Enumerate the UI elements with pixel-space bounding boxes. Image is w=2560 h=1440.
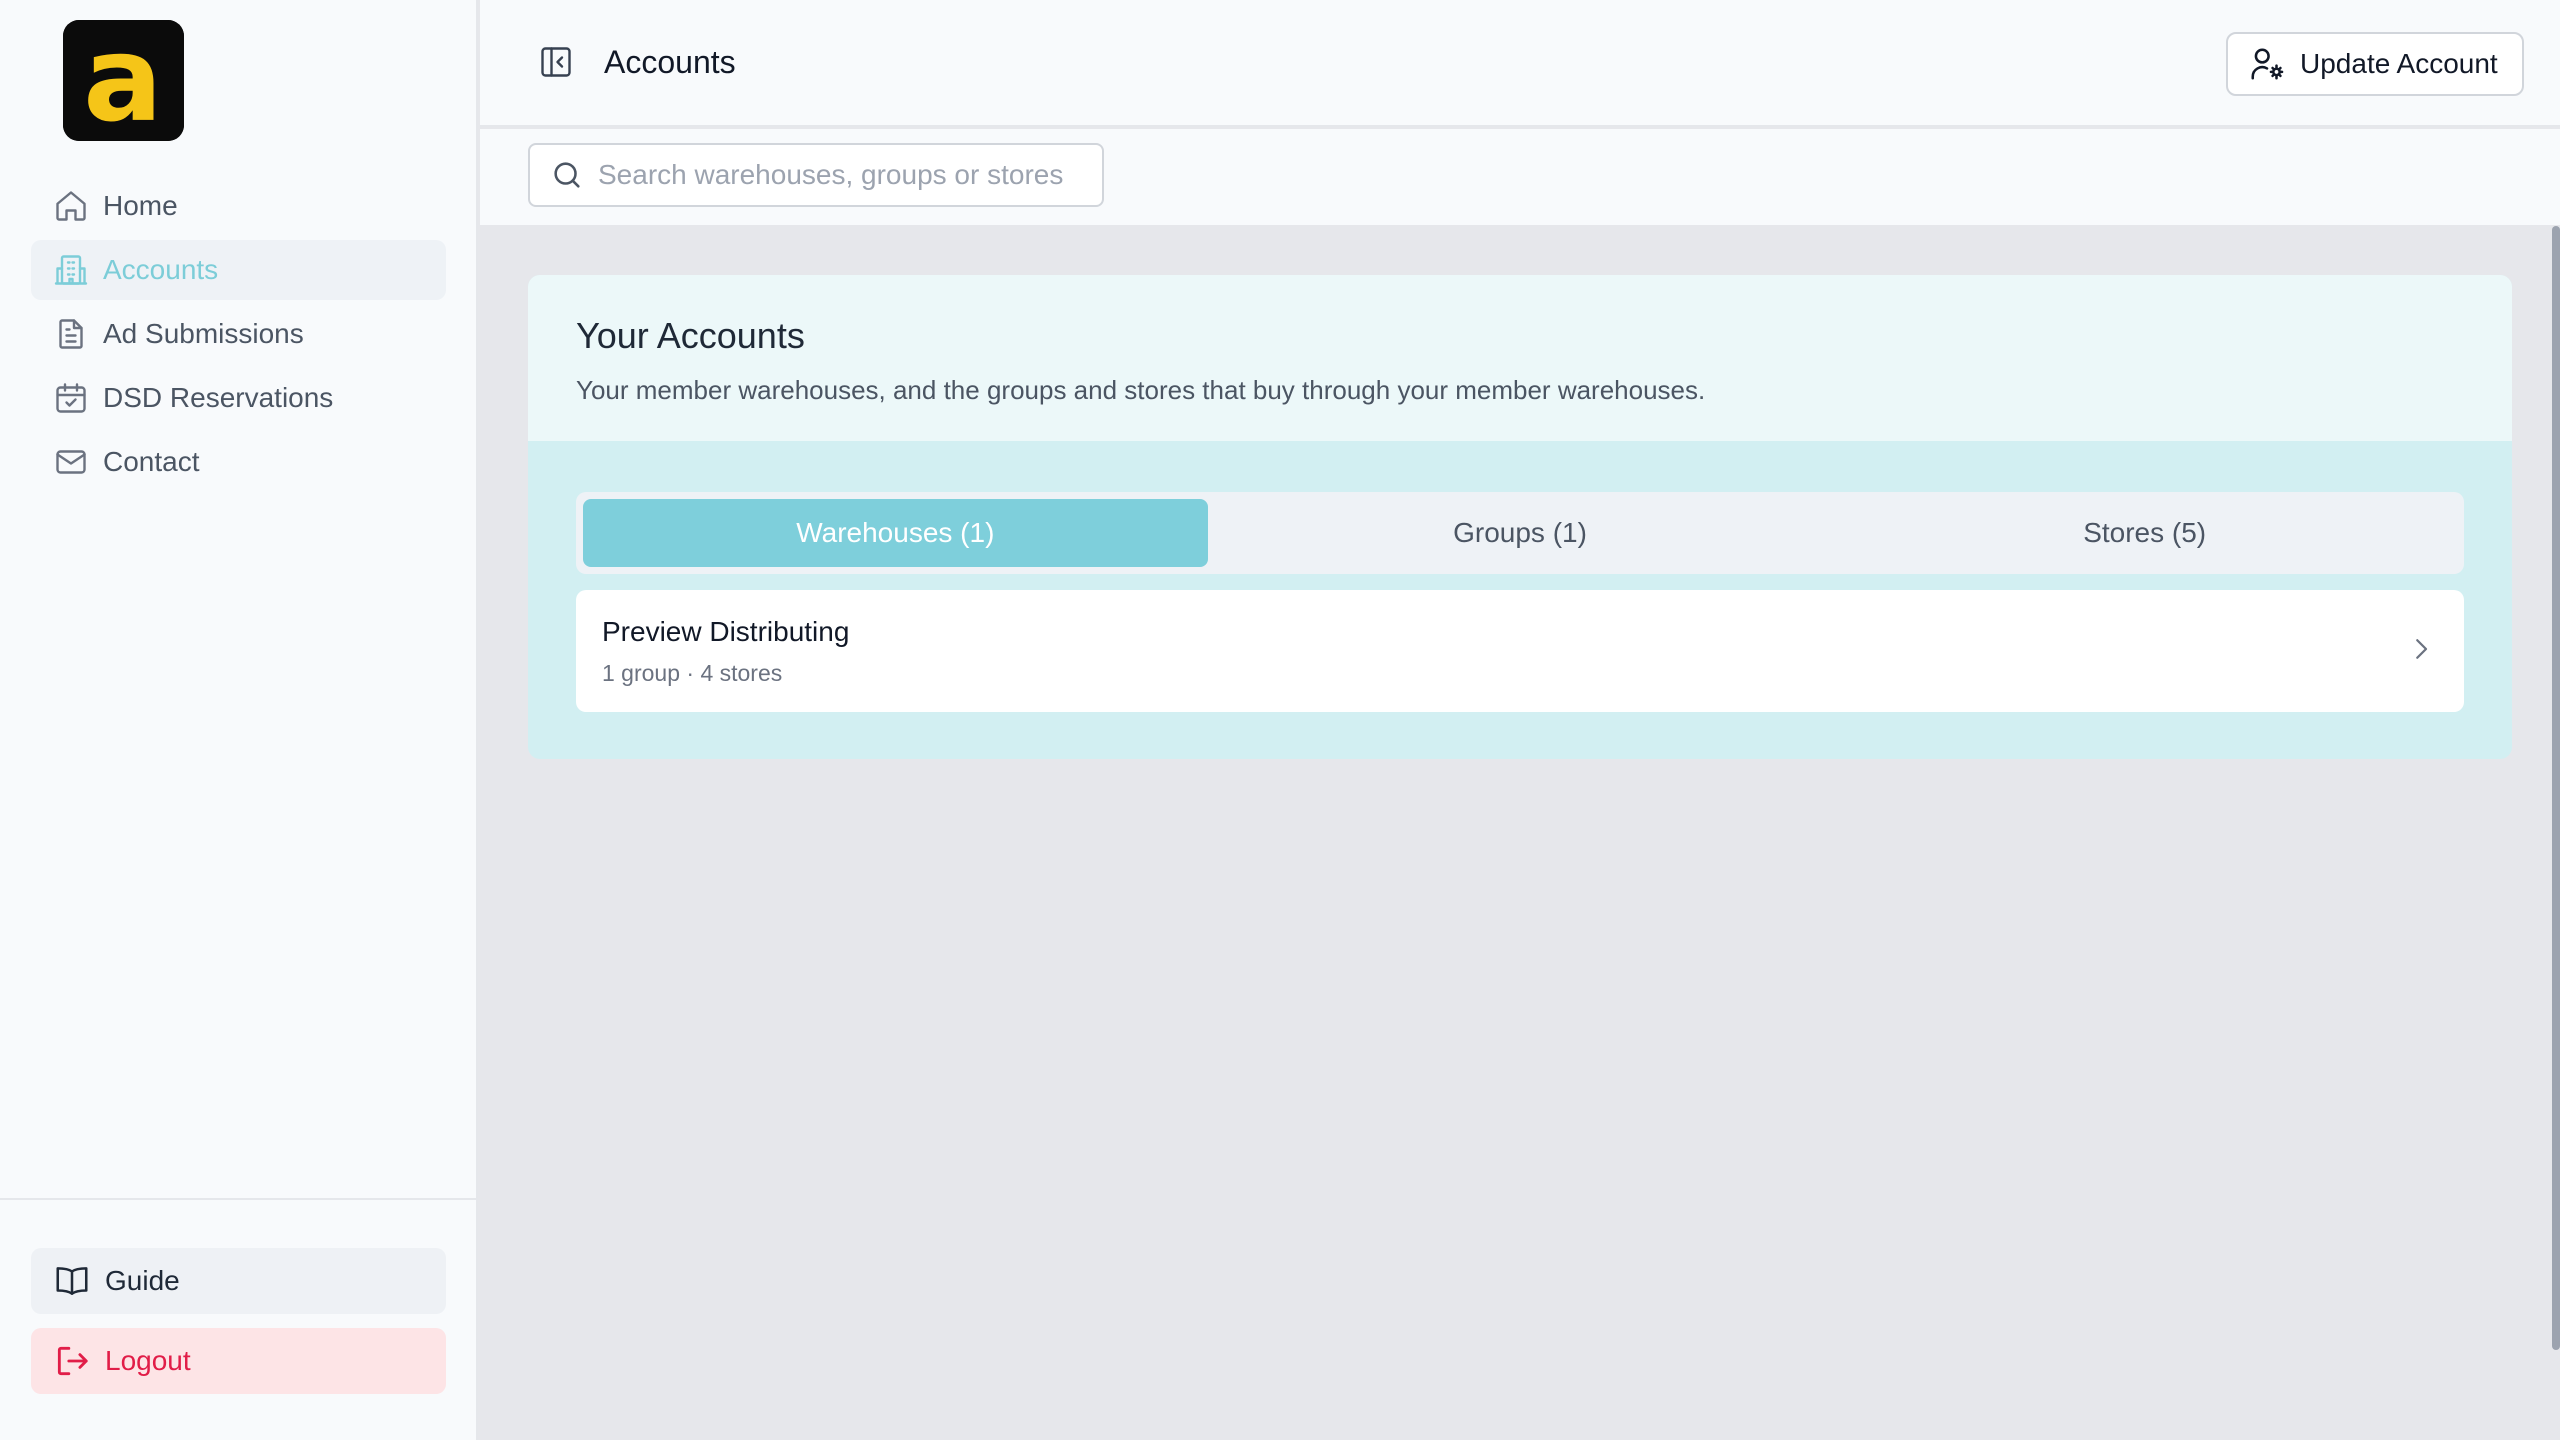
tab-stores[interactable]: Stores (5) [1832, 499, 2457, 567]
sidebar-nav: Home Accounts Ad Submissions DSD Reserva… [31, 176, 446, 496]
book-icon [53, 1262, 91, 1300]
brand-logo[interactable]: a [63, 20, 184, 141]
home-icon [53, 188, 89, 224]
update-account-button[interactable]: Update Account [2226, 32, 2524, 96]
logo-mark-icon: a [63, 20, 184, 141]
tab-warehouses[interactable]: Warehouses (1) [583, 499, 1208, 567]
warehouse-meta: 1 group · 4 stores [602, 660, 783, 686]
svg-text:a: a [83, 20, 163, 141]
logout-icon [53, 1342, 91, 1380]
accounts-title: Your Accounts [576, 315, 805, 356]
collapse-sidebar-icon[interactable] [538, 44, 574, 80]
update-account-label: Update Account [2300, 48, 2498, 79]
sidebar-divider [0, 1198, 478, 1200]
sidebar-item-contact[interactable]: Contact [31, 432, 446, 492]
top-header: Accounts Update Account [480, 0, 2560, 127]
chevron-right-icon [2406, 634, 2436, 664]
search-bar [480, 129, 2560, 225]
search-input[interactable] [598, 159, 1078, 191]
warehouse-name: Preview Distributing [602, 616, 850, 647]
search-icon [550, 158, 584, 192]
logout-button[interactable]: Logout [31, 1328, 446, 1394]
mail-icon [53, 444, 89, 480]
sidebar-item-label: Accounts [103, 254, 219, 285]
sidebar: a Home Accounts Ad Submissions DSD Reser… [0, 0, 478, 1440]
page-title: Accounts [604, 44, 736, 80]
sidebar-item-label: DSD Reservations [103, 382, 334, 413]
tab-groups[interactable]: Groups (1) [1208, 499, 1833, 567]
scrollbar[interactable] [2552, 226, 2560, 1350]
sidebar-item-home[interactable]: Home [31, 176, 446, 236]
user-gear-icon [2248, 45, 2286, 83]
guide-label: Guide [105, 1265, 180, 1296]
sidebar-item-label: Ad Submissions [103, 318, 304, 349]
accounts-card: Your Accounts Your member warehouses, an… [528, 275, 2512, 759]
building-icon [53, 252, 89, 288]
document-icon [53, 316, 89, 352]
calendar-check-icon [53, 380, 89, 416]
sidebar-item-dsd-reservations[interactable]: DSD Reservations [31, 368, 446, 428]
logout-label: Logout [105, 1345, 191, 1376]
accounts-tabs: Warehouses (1) Groups (1) Stores (5) [576, 492, 2464, 574]
guide-button[interactable]: Guide [31, 1248, 446, 1314]
list-item[interactable]: Preview Distributing 1 group · 4 stores [576, 590, 2464, 712]
accounts-card-header: Your Accounts Your member warehouses, an… [528, 275, 2512, 441]
sidebar-item-label: Contact [103, 446, 200, 477]
sidebar-item-accounts[interactable]: Accounts [31, 240, 446, 300]
search-box[interactable] [528, 143, 1104, 207]
sidebar-item-ad-submissions[interactable]: Ad Submissions [31, 304, 446, 364]
sidebar-item-label: Home [103, 190, 178, 221]
accounts-description: Your member warehouses, and the groups a… [576, 375, 1706, 405]
